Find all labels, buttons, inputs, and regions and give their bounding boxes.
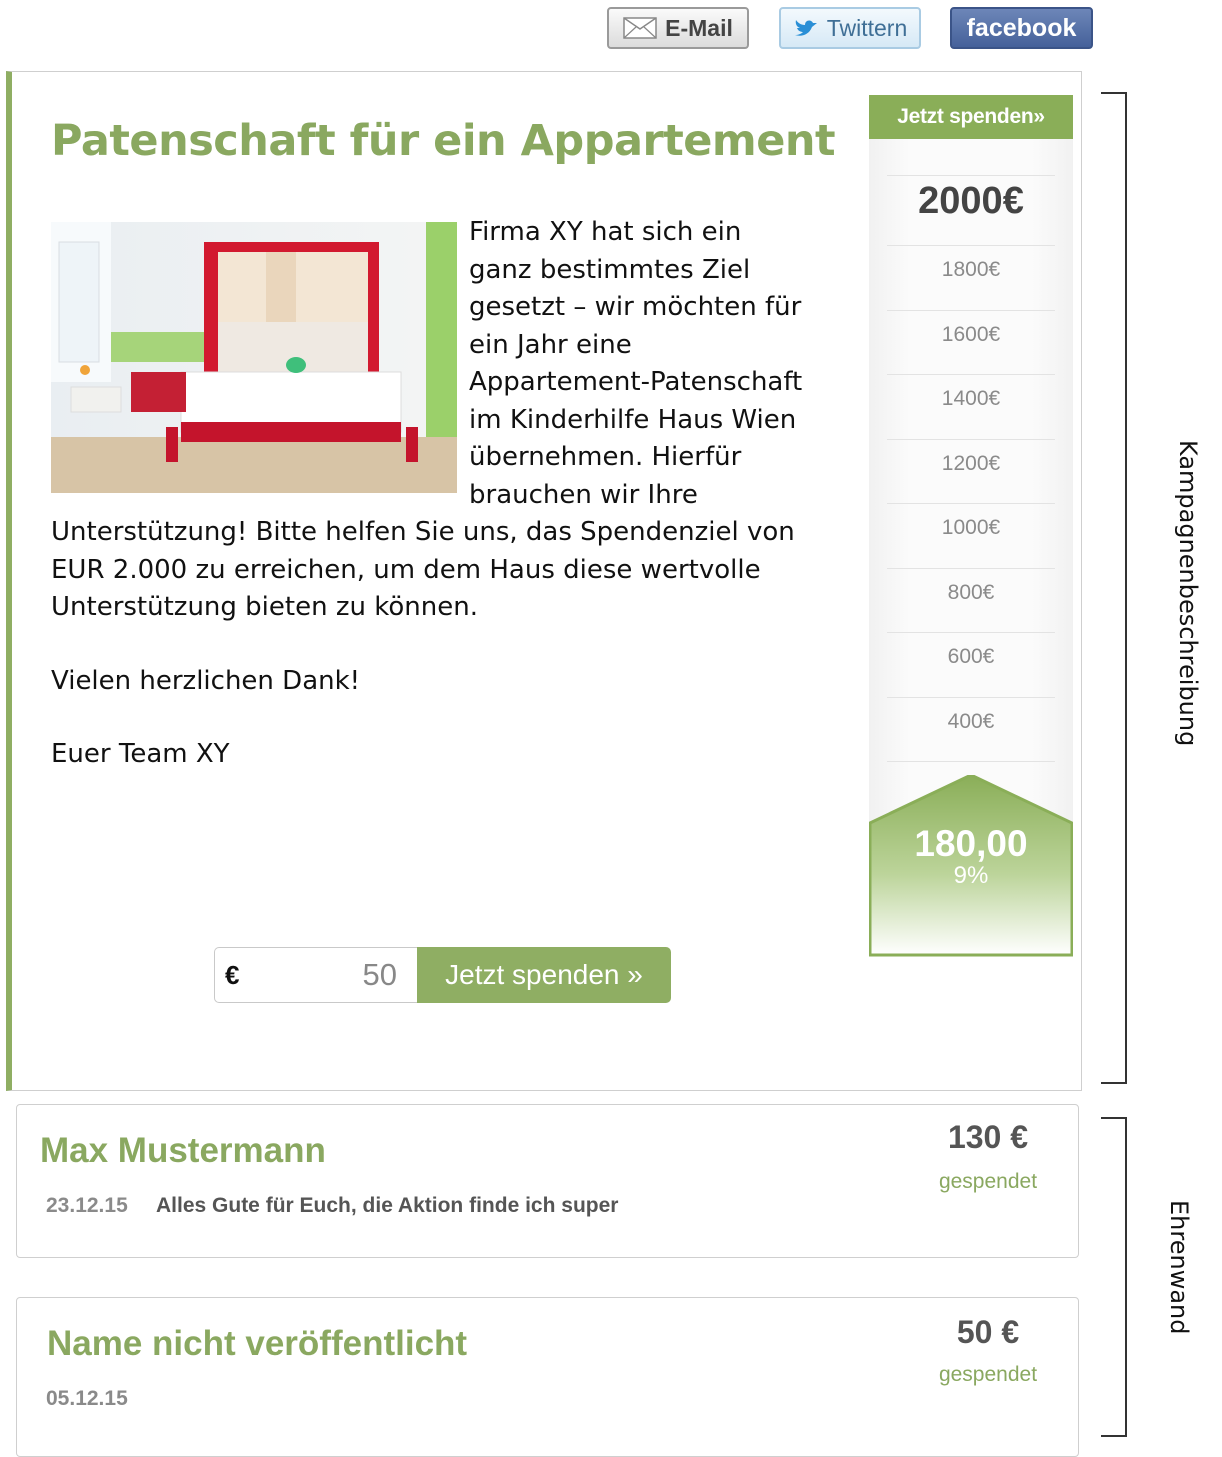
campaign-description: Firma XY hat sich ein ganz bestimmtes Zi… xyxy=(51,214,811,774)
donation-status: gespendet xyxy=(938,1363,1038,1386)
tick-label: 1800€ xyxy=(941,258,1001,281)
donation-amount: 50 € xyxy=(956,1314,1020,1350)
donor-name: Max Mustermann xyxy=(40,1131,326,1170)
donation-date: 23.12.15 xyxy=(46,1194,128,1217)
donor-name: Name nicht veröffentlicht xyxy=(47,1324,468,1363)
donation-amount-value: 50 xyxy=(362,957,397,992)
tick-line xyxy=(887,567,1055,569)
tick-label: 1000€ xyxy=(941,516,1001,539)
donation-entry: Name nicht veröffentlicht 05.12.15 50 € … xyxy=(16,1297,1079,1457)
donation-entry: Max Mustermann 23.12.15 Alles Gute für E… xyxy=(16,1104,1079,1258)
campaign-bracket xyxy=(1101,92,1127,1084)
bird-icon xyxy=(793,17,819,39)
campaign-signature: Euer Team XY xyxy=(51,739,230,769)
wall-bracket xyxy=(1101,1117,1127,1437)
tick-line xyxy=(887,309,1055,311)
tick-label: 1200€ xyxy=(941,451,1001,475)
currency-symbol: € xyxy=(225,959,240,990)
thermometer-donate-button[interactable]: Jetzt spenden» xyxy=(869,95,1073,139)
tick-line xyxy=(887,175,1055,176)
donation-amount-input[interactable]: € 50 xyxy=(214,947,417,1003)
donation-thermometer: Jetzt spenden» 2000€ 1800€ 1600€ 1400€ 1200… xyxy=(869,95,1075,957)
twitter-share-button[interactable]: Twittern xyxy=(779,7,921,49)
twitter-share-label: Twittern xyxy=(826,14,908,41)
facebook-share-button[interactable]: facebook xyxy=(950,7,1093,49)
donate-submit-button[interactable]: Jetzt spenden » xyxy=(417,947,671,1003)
tick-line xyxy=(887,245,1055,246)
campaign-thanks: Vielen herzlichen Dank! xyxy=(51,665,361,696)
donation-date: 05.12.15 xyxy=(46,1387,128,1410)
tick-line xyxy=(887,374,1055,375)
envelope-icon xyxy=(623,17,657,39)
thermometer-percent: 9% xyxy=(953,862,989,889)
tick-line xyxy=(887,761,1055,762)
tick-label: 600€ xyxy=(947,645,995,668)
tick-label: 1600€ xyxy=(941,322,1001,346)
facebook-share-label: facebook xyxy=(966,13,1077,42)
tick-line xyxy=(887,438,1055,440)
tick-line xyxy=(887,696,1055,698)
thermometer-raised: 180,00 xyxy=(914,823,1028,864)
donate-form: € 50 Jetzt spenden » xyxy=(214,947,671,1003)
tick-line xyxy=(887,503,1055,504)
campaign-panel: Patenschaft für ein Appartement Firma XY… xyxy=(6,71,1082,1091)
email-share-label: E-Mail xyxy=(665,14,733,41)
campaign-title: Patenschaft für ein Appartement xyxy=(51,116,836,166)
wall-side-label: Ehrenwand xyxy=(1165,1200,1193,1335)
campaign-side-label: Kampagnenbeschreibung xyxy=(1174,440,1202,747)
email-share-button[interactable]: E-Mail xyxy=(607,7,749,49)
donation-status: gespendet xyxy=(938,1170,1038,1193)
donation-message: Alles Gute für Euch, die Aktion finde ic… xyxy=(156,1194,619,1217)
tick-label: 800€ xyxy=(947,580,995,604)
tick-label: 1400€ xyxy=(941,387,1001,410)
campaign-photo xyxy=(51,222,457,493)
tick-line xyxy=(887,632,1055,633)
tick-label: 400€ xyxy=(947,709,995,733)
donation-amount: 130 € xyxy=(947,1119,1029,1155)
thermometer-goal: 2000€ xyxy=(918,180,1024,222)
